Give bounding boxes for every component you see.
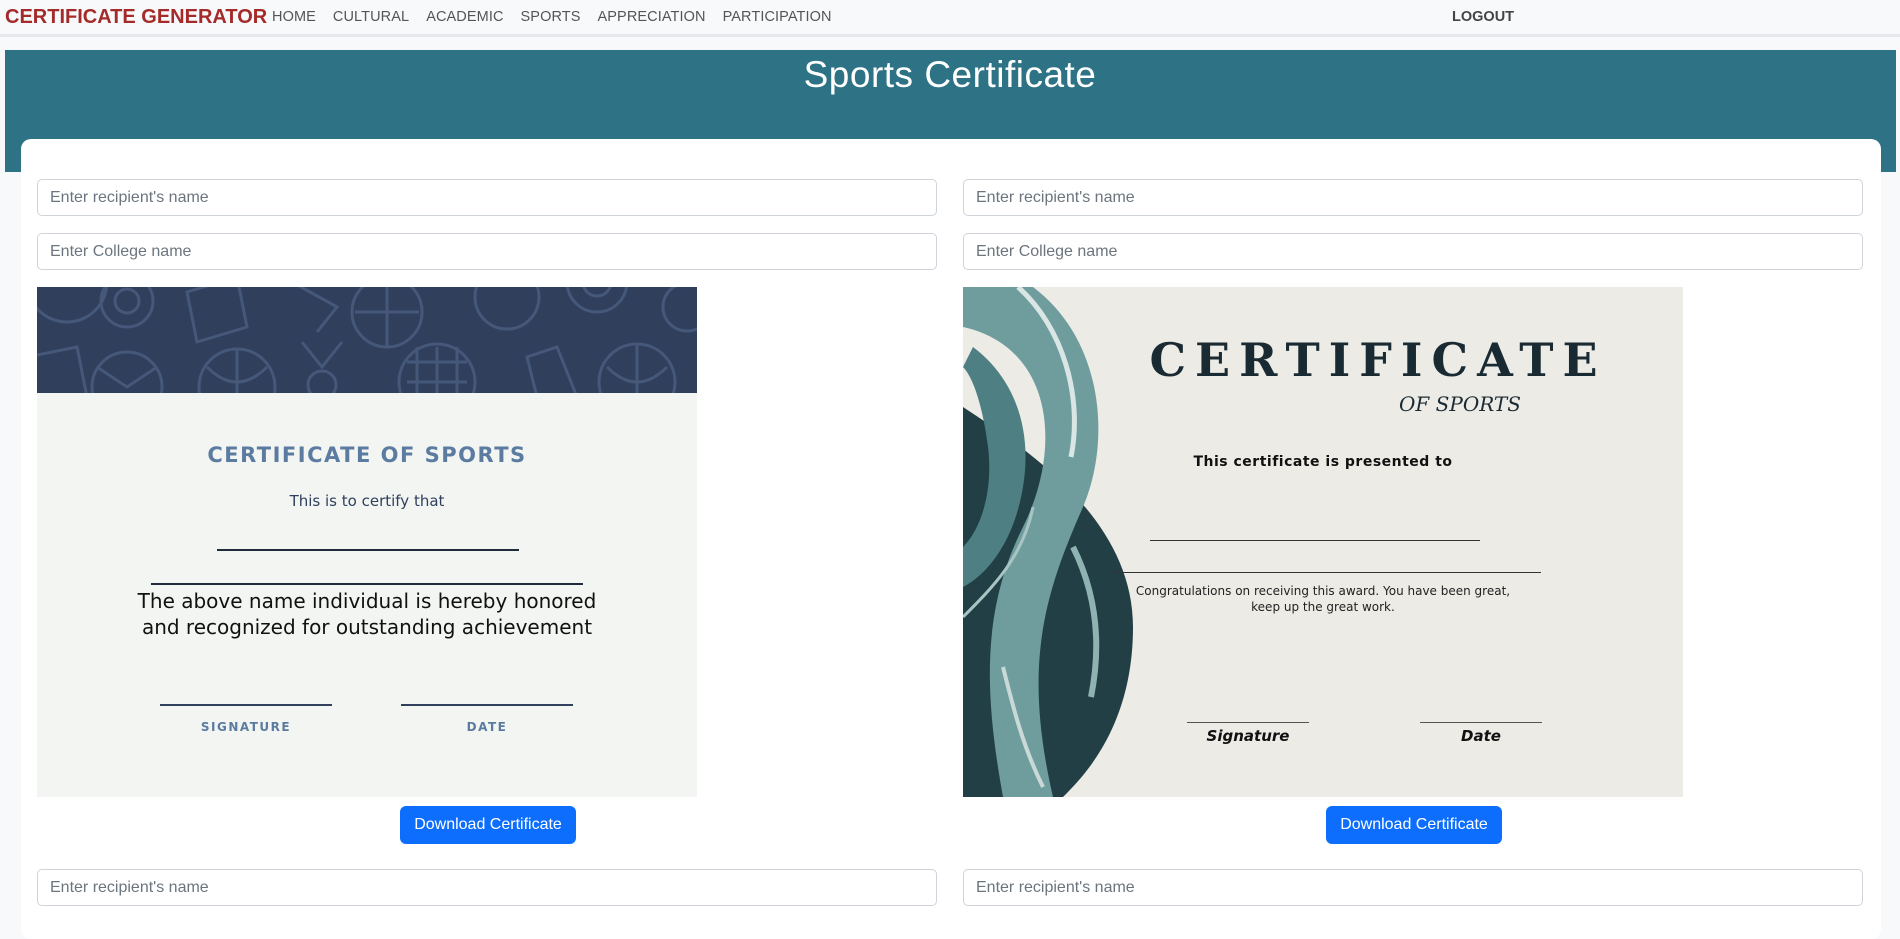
- nav-link-academic[interactable]: ACADEMIC: [426, 9, 503, 25]
- certificate-preview-2: CERTIFICATE OF SPORTS This certificate i…: [963, 287, 1683, 797]
- signature-line: [160, 704, 332, 706]
- recipient-name-input-2[interactable]: [963, 179, 1863, 216]
- college-name-line: [151, 583, 583, 585]
- nav-link-cultural[interactable]: CULTURAL: [333, 9, 409, 25]
- nav-link-appreciation[interactable]: APPRECIATION: [598, 9, 706, 25]
- download-certificate-button-2[interactable]: Download Certificate: [1326, 806, 1502, 844]
- nav-links: HOME CULTURAL ACADEMIC SPORTS APPRECIATI…: [272, 9, 832, 25]
- date-label-2: Date: [1461, 727, 1501, 745]
- page-title: Sports Certificate: [803, 54, 1097, 95]
- navbar: CERTIFICATE GENERATOR HOME CULTURAL ACAD…: [0, 0, 1900, 37]
- certificate-2-congrats: Congratulations on receiving this award.…: [1123, 583, 1523, 615]
- recipient-name-line: [217, 549, 519, 551]
- certificate-1-body-line-2: and recognized for outstanding achieveme…: [141, 615, 593, 639]
- certificate-1-title: CERTIFICATE OF SPORTS: [207, 443, 527, 467]
- certificate-2-congrats-line-2: keep up the great work.: [1251, 600, 1395, 614]
- nav-link-sports[interactable]: SPORTS: [521, 9, 581, 25]
- sports-pattern-banner: [37, 287, 697, 427]
- certificate-1-body-line-1: The above name individual is hereby hono…: [137, 589, 597, 613]
- certificate-2-subtitle: OF SPORTS: [1399, 392, 1521, 416]
- brand-logo[interactable]: CERTIFICATE GENERATOR: [5, 6, 267, 29]
- certificate-preview-1: CERTIFICATE OF SPORTS This is to certify…: [37, 287, 697, 797]
- certificate-2-presented-text: This certificate is presented to: [1193, 454, 1453, 470]
- nav-link-home[interactable]: HOME: [272, 9, 316, 25]
- logout-link[interactable]: LOGOUT: [1452, 9, 1514, 25]
- date-line: [401, 704, 573, 706]
- certificate-1-body: The above name individual is hereby hono…: [37, 588, 697, 640]
- recipient-name-line-2: [1150, 540, 1480, 541]
- recipient-name-input-1[interactable]: [37, 179, 937, 216]
- recipient-name-input-4[interactable]: [963, 869, 1863, 906]
- sports-balls-pattern-icon: [37, 287, 697, 427]
- college-name-input-1[interactable]: [37, 233, 937, 270]
- signature-line-2: [1187, 722, 1309, 723]
- download-certificate-button-1[interactable]: Download Certificate: [400, 806, 576, 844]
- college-name-line-2: [1113, 572, 1541, 573]
- certificate-2-title: CERTIFICATE: [1149, 333, 1607, 387]
- date-line-2: [1420, 722, 1542, 723]
- certificate-1-certify-text: This is to certify that: [289, 492, 445, 510]
- nav-link-participation[interactable]: PARTICIPATION: [723, 9, 832, 25]
- signature-label-2: Signature: [1206, 727, 1290, 745]
- signature-label: SIGNATURE: [200, 720, 292, 734]
- certificate-2-congrats-line-1: Congratulations on receiving this award.…: [1135, 584, 1511, 598]
- recipient-name-input-3[interactable]: [37, 869, 937, 906]
- college-name-input-2[interactable]: [963, 233, 1863, 270]
- date-label: DATE: [466, 720, 508, 734]
